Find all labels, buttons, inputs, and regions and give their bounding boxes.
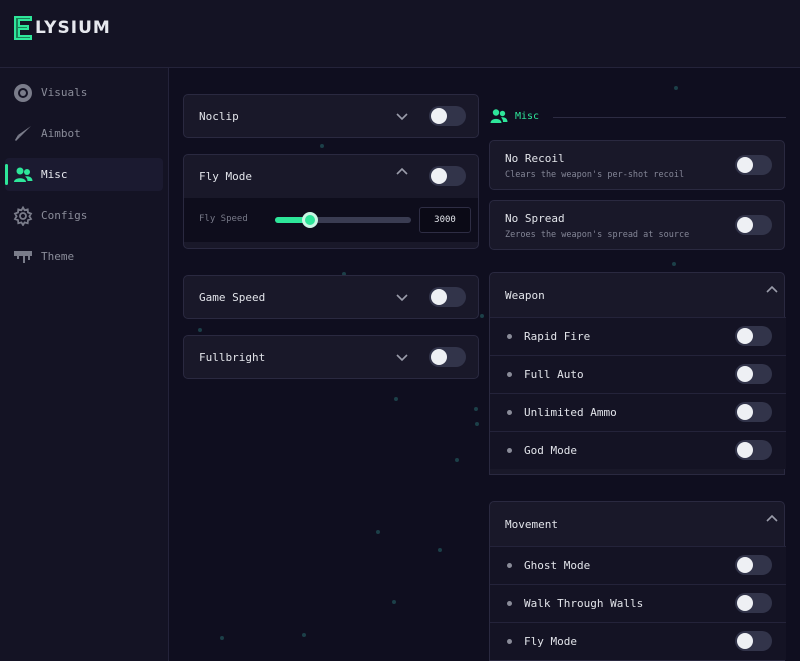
row-label: Full Auto <box>524 368 584 381</box>
no-spread-description: Zeroes the weapon's spread at source <box>505 230 690 240</box>
users-icon <box>14 167 33 182</box>
weapon-row-unlimited-ammo: Unlimited Ammo <box>490 393 786 431</box>
rapid-fire-toggle[interactable] <box>735 326 772 346</box>
movement-row-fly-mode: Fly Mode <box>490 622 786 660</box>
row-label: Fly Mode <box>524 635 577 648</box>
fly-speed-input[interactable]: 3000 <box>419 207 471 233</box>
no-spread-toggle[interactable] <box>735 215 772 235</box>
movement-fly-mode-toggle[interactable] <box>735 631 772 651</box>
god-mode-toggle[interactable] <box>735 440 772 460</box>
sidebar-item-label: Visuals <box>41 86 88 99</box>
movement-row-walk-through-walls: Walk Through Walls <box>490 584 786 622</box>
sidebar-item-label: Misc <box>41 168 68 181</box>
row-label: Walk Through Walls <box>524 597 644 610</box>
ghost-mode-toggle[interactable] <box>735 555 772 575</box>
bullet <box>507 334 512 339</box>
sidebar: Visuals Aimbot Misc Configs Theme <box>0 68 169 661</box>
fly-speed-slider[interactable] <box>275 212 411 228</box>
sidebar-item-aimbot[interactable]: Aimbot <box>5 117 163 150</box>
sidebar-item-label: Configs <box>41 209 88 222</box>
no-recoil-card: No Recoil Clears the weapon's per-shot r… <box>489 140 785 190</box>
logo-mark-icon <box>14 16 32 40</box>
row-label: Rapid Fire <box>524 330 591 343</box>
sidebar-item-label: Aimbot <box>41 127 81 140</box>
fly-mode-card: Fly Mode Fly Speed 3000 <box>183 154 479 249</box>
fly-speed-panel: Fly Speed 3000 <box>184 198 478 242</box>
chevron-down-icon[interactable] <box>395 353 409 363</box>
header: LYSIUM <box>0 0 800 68</box>
chevron-up-icon[interactable] <box>765 513 779 523</box>
noclip-card: Noclip <box>183 94 479 138</box>
chevron-up-icon[interactable] <box>765 284 779 294</box>
bullet <box>507 410 512 415</box>
movement-group-title: Movement <box>505 518 558 531</box>
fullbright-card: Fullbright <box>183 335 479 379</box>
app-title: LYSIUM <box>35 18 111 38</box>
unlimited-ammo-toggle[interactable] <box>735 402 772 422</box>
weapon-group: Weapon Rapid Fire Full Auto Unlimited Am… <box>489 272 786 475</box>
game-speed-label: Game Speed <box>199 291 266 304</box>
full-auto-toggle[interactable] <box>735 364 772 384</box>
bullet <box>507 639 512 644</box>
row-label: Unlimited Ammo <box>524 406 617 419</box>
weapon-group-title: Weapon <box>505 289 545 302</box>
slider-thumb[interactable] <box>302 212 319 228</box>
bullet <box>507 563 512 568</box>
gear-icon <box>13 206 33 226</box>
section-divider <box>553 117 786 118</box>
no-recoil-description: Clears the weapon's per-shot recoil <box>505 170 685 180</box>
app-logo: LYSIUM <box>12 15 111 41</box>
chevron-down-icon[interactable] <box>395 293 409 303</box>
fullbright-label: Fullbright <box>199 351 266 364</box>
chevron-down-icon[interactable] <box>395 112 409 122</box>
game-speed-card: Game Speed <box>183 275 479 319</box>
paint-drip-icon <box>14 251 32 263</box>
eye-icon <box>14 84 32 102</box>
weapon-row-god-mode: God Mode <box>490 431 786 469</box>
weapon-row-full-auto: Full Auto <box>490 355 786 393</box>
misc-section-label: Misc <box>515 111 540 122</box>
movement-group: Movement Ghost Mode Walk Through Walls F… <box>489 501 786 661</box>
bullet <box>507 601 512 606</box>
row-label: God Mode <box>524 444 577 457</box>
fly-speed-label: Fly Speed <box>199 214 248 224</box>
noclip-toggle[interactable] <box>429 106 466 126</box>
sidebar-item-label: Theme <box>41 250 75 263</box>
movement-row-ghost-mode: Ghost Mode <box>490 546 786 584</box>
fly-mode-toggle[interactable] <box>429 166 466 186</box>
no-recoil-label: No Recoil <box>505 152 565 165</box>
game-speed-toggle[interactable] <box>429 287 466 307</box>
weapon-row-rapid-fire: Rapid Fire <box>490 317 786 355</box>
misc-section-header: Misc <box>490 107 786 127</box>
fly-mode-label: Fly Mode <box>199 170 252 183</box>
no-spread-label: No Spread <box>505 212 565 225</box>
users-icon <box>490 109 508 123</box>
sidebar-item-visuals[interactable]: Visuals <box>5 76 163 109</box>
bullet <box>507 372 512 377</box>
walk-through-walls-toggle[interactable] <box>735 593 772 613</box>
sidebar-item-configs[interactable]: Configs <box>5 199 163 232</box>
sidebar-item-theme[interactable]: Theme <box>5 240 163 273</box>
no-recoil-toggle[interactable] <box>735 155 772 175</box>
bullet <box>507 448 512 453</box>
sidebar-item-misc[interactable]: Misc <box>5 158 163 191</box>
chevron-up-icon[interactable] <box>395 166 409 176</box>
row-label: Ghost Mode <box>524 559 591 572</box>
knife-icon <box>15 126 31 141</box>
noclip-label: Noclip <box>199 110 239 123</box>
fullbright-toggle[interactable] <box>429 347 466 367</box>
no-spread-card: No Spread Zeroes the weapon's spread at … <box>489 200 785 250</box>
